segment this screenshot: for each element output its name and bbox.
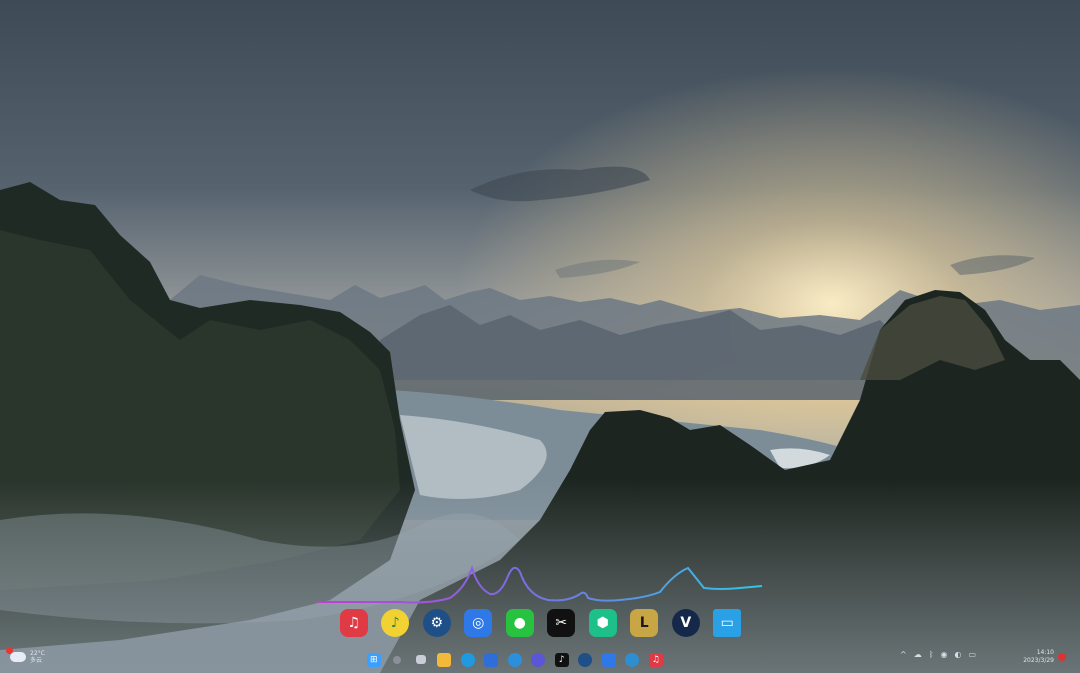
- dock-app-this-pc[interactable]: ▭: [707, 602, 749, 644]
- dock-app-v[interactable]: V: [665, 602, 707, 644]
- search-icon: [393, 655, 402, 664]
- dock-app-netease-cloud-music[interactable]: ♫: [333, 602, 375, 644]
- taskbar-start[interactable]: ⊞: [362, 648, 386, 671]
- steam-icon: [578, 652, 593, 667]
- taskbar-steam[interactable]: [574, 648, 598, 671]
- taskbar-edge-dev[interactable]: [503, 648, 527, 671]
- browser-icon: [507, 652, 522, 667]
- taskbar-screenshot-tool[interactable]: [597, 648, 621, 671]
- music-note-icon: ♫: [339, 609, 368, 637]
- edge-icon: [460, 652, 475, 667]
- battery-icon[interactable]: ▭: [968, 650, 976, 659]
- taskbar-store[interactable]: [480, 648, 504, 671]
- taskbar-clock[interactable]: 14:10 2023/3/29: [1018, 649, 1054, 665]
- chat-bubble-icon: ●: [505, 609, 534, 637]
- taskbar-edge[interactable]: [456, 648, 480, 671]
- globe-icon: [625, 652, 640, 667]
- taskbar-search[interactable]: [386, 648, 410, 671]
- app-dock: ♫ ♪ ⚙ ◎ ● ✂ ⬢ L V ▭: [333, 602, 748, 644]
- hexagon-icon: ⬢: [588, 609, 617, 637]
- clock-time: 14:10: [1036, 649, 1054, 656]
- monitor-icon: ▭: [713, 609, 742, 637]
- taskbar-app-purple[interactable]: [527, 648, 551, 671]
- app-icon: [531, 652, 546, 667]
- dock-app-capcut[interactable]: ✂: [541, 602, 583, 644]
- steam-icon: ⚙: [422, 609, 451, 637]
- dock-app-green-hex[interactable]: ⬢: [582, 602, 624, 644]
- clock-date: 2023/3/29: [1023, 657, 1054, 664]
- system-tray: ^ ☁ ᛒ ◉ ◐ ▭: [900, 650, 976, 659]
- notification-badge[interactable]: [1058, 653, 1066, 661]
- dock-app-qq-music[interactable]: ♪: [375, 602, 417, 644]
- bluetooth-icon[interactable]: ᛒ: [929, 650, 934, 659]
- taskbar-app-globe[interactable]: [621, 648, 645, 671]
- taskbar-netease-cloud-music[interactable]: ♫: [644, 648, 668, 671]
- music-note-icon: ♫: [648, 652, 663, 667]
- cloud-icon[interactable]: ☁: [914, 650, 922, 659]
- taskbar-file-explorer[interactable]: [433, 648, 457, 671]
- chevron-up-icon[interactable]: ^: [900, 650, 907, 659]
- v-icon: V: [671, 609, 700, 637]
- taskbar-task-view[interactable]: [409, 648, 433, 671]
- dock-app-steam[interactable]: ⚙: [416, 602, 458, 644]
- dock-app-wechat[interactable]: ●: [499, 602, 541, 644]
- dock-app-league-of-legends[interactable]: L: [624, 602, 666, 644]
- store-icon: [484, 652, 499, 667]
- dock-app-screenshot-tool[interactable]: ◎: [458, 602, 500, 644]
- tiktok-icon: ♪: [554, 652, 569, 667]
- volume-icon[interactable]: ◐: [955, 650, 962, 659]
- music-icon: ♪: [381, 609, 410, 637]
- taskbar-tiktok[interactable]: ♪: [550, 648, 574, 671]
- windows-logo-icon: ⊞: [366, 652, 381, 667]
- game-icon: L: [630, 609, 659, 637]
- camera-icon: ◎: [464, 609, 493, 637]
- scissors-icon: ✂: [547, 609, 576, 637]
- wifi-icon[interactable]: ◉: [941, 650, 948, 659]
- taskbar-pinned-apps: ⊞ ♪ ♫: [362, 648, 668, 671]
- visualizer-waveform: [318, 564, 763, 604]
- task-view-icon: [415, 655, 426, 664]
- camera-icon: [601, 652, 616, 667]
- folder-icon: [437, 652, 452, 667]
